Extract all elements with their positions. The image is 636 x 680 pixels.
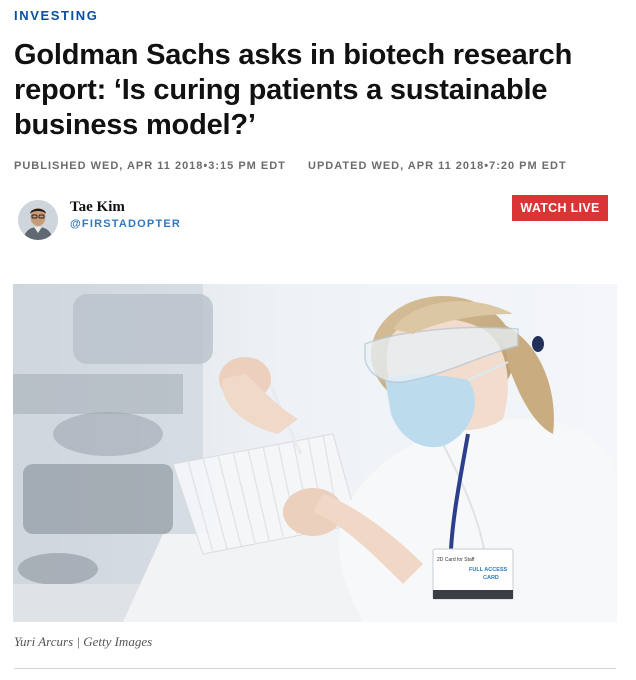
article-timestamps: PUBLISHED WED, APR 11 2018•3:15 PM EDT U…: [14, 160, 567, 172]
article-headline: Goldman Sachs asks in biotech research r…: [14, 39, 573, 141]
lab-scientist-illustration: 2D Card for Staff FULL ACCESS CARD: [13, 284, 617, 622]
badge-text-line1: 2D Card for Staff: [437, 557, 475, 563]
section-divider: [14, 668, 616, 669]
image-credit: Yuri Arcurs | Getty Images: [14, 634, 153, 649]
author-photo: [18, 200, 58, 240]
article-hero-image: 2D Card for Staff FULL ACCESS CARD: [13, 284, 617, 622]
badge-text-line3: CARD: [483, 575, 499, 581]
badge-text-line2: FULL ACCESS: [469, 567, 508, 573]
avatar[interactable]: [18, 200, 58, 240]
updated-date: UPDATED WED, APR 11 2018•7:20 PM EDT: [308, 160, 567, 172]
published-date: PUBLISHED WED, APR 11 2018•3:15 PM EDT: [14, 160, 286, 172]
author-name[interactable]: Tae Kim: [70, 199, 125, 216]
watch-live-button[interactable]: WATCH LIVE: [512, 195, 608, 221]
section-label[interactable]: INVESTING: [14, 8, 98, 23]
author-twitter-handle[interactable]: @FIRSTADOPTER: [70, 218, 181, 230]
